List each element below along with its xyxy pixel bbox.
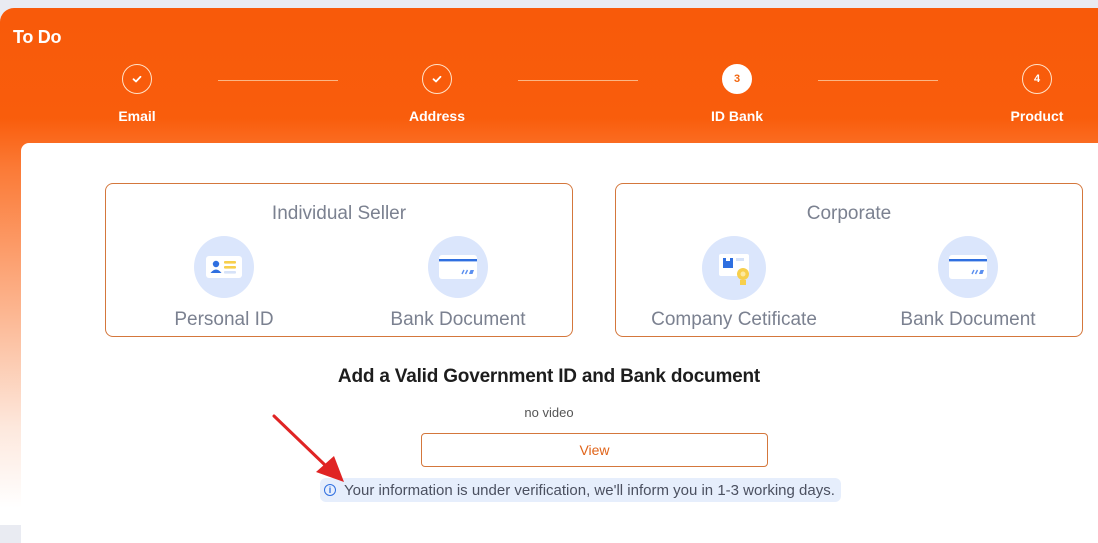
document-label: Company Cetificate bbox=[651, 309, 817, 330]
annotation-arrow-icon bbox=[272, 414, 344, 482]
document-label: Bank Document bbox=[900, 309, 1036, 330]
step-id-bank: 3 ID Bank bbox=[677, 64, 797, 124]
step-completed-circle bbox=[422, 64, 452, 94]
video-placeholder-text: no video bbox=[524, 405, 574, 420]
verification-notice: i Your information is under verification… bbox=[320, 478, 841, 502]
certificate-icon bbox=[719, 254, 749, 285]
section-heading: Add a Valid Government ID and Bank docum… bbox=[337, 366, 761, 387]
corporate-group: Corporate Company Cetificate Bank Docume… bbox=[615, 183, 1083, 337]
notice-text: Your information is under verification, … bbox=[344, 481, 835, 499]
step-label: Product bbox=[1010, 108, 1064, 124]
id-card-icon bbox=[206, 256, 242, 278]
info-icon: i bbox=[324, 484, 336, 496]
step-product: 4 Product bbox=[977, 64, 1097, 124]
group-title: Corporate bbox=[806, 203, 892, 224]
company-certificate-option[interactable]: Company Cetificate bbox=[634, 236, 834, 331]
document-label: Bank Document bbox=[390, 309, 526, 330]
view-button[interactable]: View bbox=[421, 433, 768, 467]
step-connector bbox=[218, 80, 338, 81]
step-email: Email bbox=[77, 64, 197, 124]
bank-card-icon bbox=[949, 255, 987, 279]
bank-card-icon bbox=[439, 255, 477, 279]
step-completed-circle bbox=[122, 64, 152, 94]
step-label: Email bbox=[118, 108, 156, 124]
step-label: Address bbox=[408, 108, 466, 124]
group-title: Individual Seller bbox=[271, 203, 407, 224]
document-label: Personal ID bbox=[174, 309, 274, 330]
step-pending-circle: 4 bbox=[1022, 64, 1052, 94]
step-address: Address bbox=[377, 64, 497, 124]
step-label: ID Bank bbox=[710, 108, 764, 124]
step-active-circle: 3 bbox=[722, 64, 752, 94]
step-connector bbox=[518, 80, 638, 81]
bank-document-option[interactable]: Bank Document bbox=[868, 236, 1068, 331]
bank-document-option[interactable]: Bank Document bbox=[358, 236, 558, 331]
personal-id-option[interactable]: Personal ID bbox=[124, 236, 324, 331]
panel-title: To Do bbox=[13, 27, 62, 47]
check-icon bbox=[132, 75, 142, 83]
check-icon bbox=[432, 75, 442, 83]
individual-seller-group: Individual Seller Personal ID Bank Docum… bbox=[105, 183, 573, 337]
step-connector bbox=[818, 80, 938, 81]
